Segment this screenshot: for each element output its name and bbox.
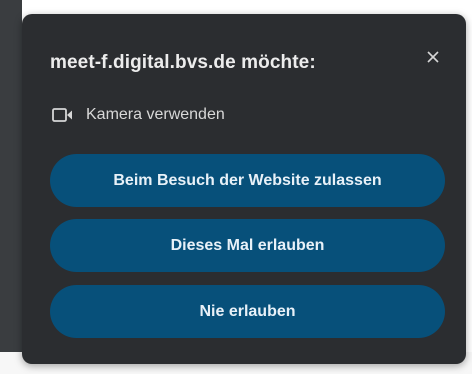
- allow-on-visit-button[interactable]: Beim Besuch der Website zulassen: [50, 154, 445, 207]
- background-page-edge: [0, 0, 22, 374]
- permission-dialog: meet-f.digital.bvs.de möchte: Kamera ver…: [22, 14, 466, 364]
- camera-icon: [52, 107, 74, 123]
- permission-label: Kamera verwenden: [86, 106, 225, 123]
- never-allow-button[interactable]: Nie erlauben: [50, 285, 445, 338]
- close-button[interactable]: [422, 48, 444, 70]
- close-icon: [426, 50, 440, 69]
- permission-row: Kamera verwenden: [52, 106, 225, 124]
- allow-this-time-button[interactable]: Dieses Mal erlauben: [50, 219, 445, 272]
- dialog-title: meet-f.digital.bvs.de möchte:: [50, 52, 316, 73]
